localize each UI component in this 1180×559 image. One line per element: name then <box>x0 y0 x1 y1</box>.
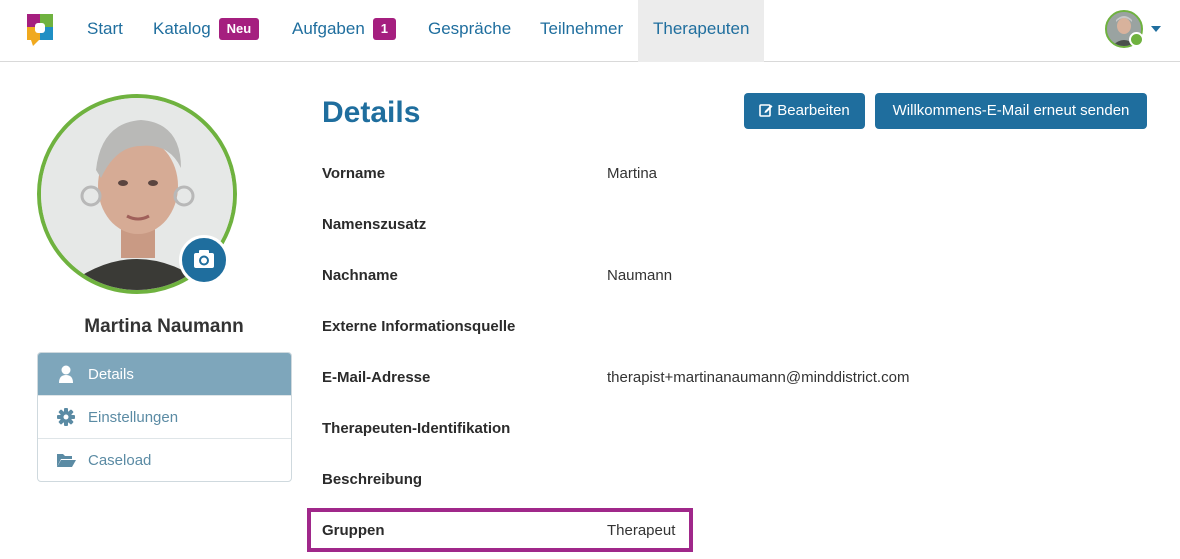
side-menu-details[interactable]: Details <box>38 353 291 395</box>
change-photo-button[interactable] <box>179 235 229 285</box>
side-menu-caseload[interactable]: Caseload <box>38 438 291 481</box>
new-badge: Neu <box>218 18 260 40</box>
edit-button[interactable]: Bearbeiten <box>744 93 865 129</box>
nav-start[interactable]: Start <box>87 0 123 62</box>
field-label-therapeuten-identifikation: Therapeuten-Identifikation <box>322 420 511 437</box>
side-menu-einstellungen[interactable]: Einstellungen <box>38 395 291 438</box>
field-label-gruppen: Gruppen <box>322 522 385 539</box>
nav-therapeuten[interactable]: Therapeuten <box>638 0 765 62</box>
camera-icon <box>194 250 214 268</box>
nav-katalog[interactable]: Katalog Neu <box>153 0 260 62</box>
side-menu-einstellungen-label: Einstellungen <box>88 409 179 426</box>
field-label-beschreibung: Beschreibung <box>322 471 423 488</box>
resend-welcome-email-button[interactable]: Willkommens-E-Mail erneut senden <box>875 93 1147 129</box>
top-navigation: Start Katalog Neu Aufgaben 1 Gespräche Tei… <box>0 0 1180 62</box>
field-value-vorname: Martina <box>607 165 658 182</box>
page-title: Details <box>322 96 421 129</box>
field-label-namenszusatz: Namenszusatz <box>322 216 427 233</box>
field-value-nachname: Naumann <box>607 267 673 284</box>
profile-side-menu: Details Einstellungen Caseload <box>37 352 292 482</box>
field-value-email: therapist+martinanaumann@minddistrict.co… <box>607 369 910 386</box>
nav-gespraeche-label: Gespräche <box>428 19 512 38</box>
field-label-nachname: Nachname <box>322 267 398 284</box>
folder-open-icon <box>57 454 76 467</box>
edit-button-label: Bearbeiten <box>777 102 850 119</box>
eye-icon <box>1129 32 1144 47</box>
gear-icon <box>57 408 75 426</box>
field-value-gruppen: Therapeut <box>607 522 676 539</box>
user-icon <box>59 365 73 383</box>
resend-welcome-email-label: Willkommens-E-Mail erneut senden <box>892 102 1130 119</box>
nav-teilnehmer-label: Teilnehmer <box>540 19 624 38</box>
field-label-externe-informationsquelle: Externe Informationsquelle <box>322 318 516 335</box>
app-logo-icon[interactable] <box>25 13 55 47</box>
side-menu-details-label: Details <box>88 366 134 383</box>
profile-name: Martina Naumann <box>84 316 244 337</box>
field-label-email: E-Mail-Adresse <box>322 369 431 386</box>
task-count-badge: 1 <box>372 18 397 40</box>
nav-therapeuten-label: Therapeuten <box>653 19 750 38</box>
chevron-down-icon[interactable] <box>1151 26 1161 32</box>
nav-aufgaben[interactable]: Aufgaben 1 <box>292 0 397 62</box>
edit-icon <box>759 104 773 117</box>
nav-teilnehmer[interactable]: Teilnehmer <box>540 0 623 62</box>
nav-start-label: Start <box>87 19 123 38</box>
field-label-vorname: Vorname <box>322 165 386 182</box>
nav-katalog-label: Katalog <box>153 19 211 38</box>
nav-gespraeche[interactable]: Gespräche <box>428 0 511 62</box>
side-menu-caseload-label: Caseload <box>88 452 152 469</box>
nav-aufgaben-label: Aufgaben <box>292 19 365 38</box>
